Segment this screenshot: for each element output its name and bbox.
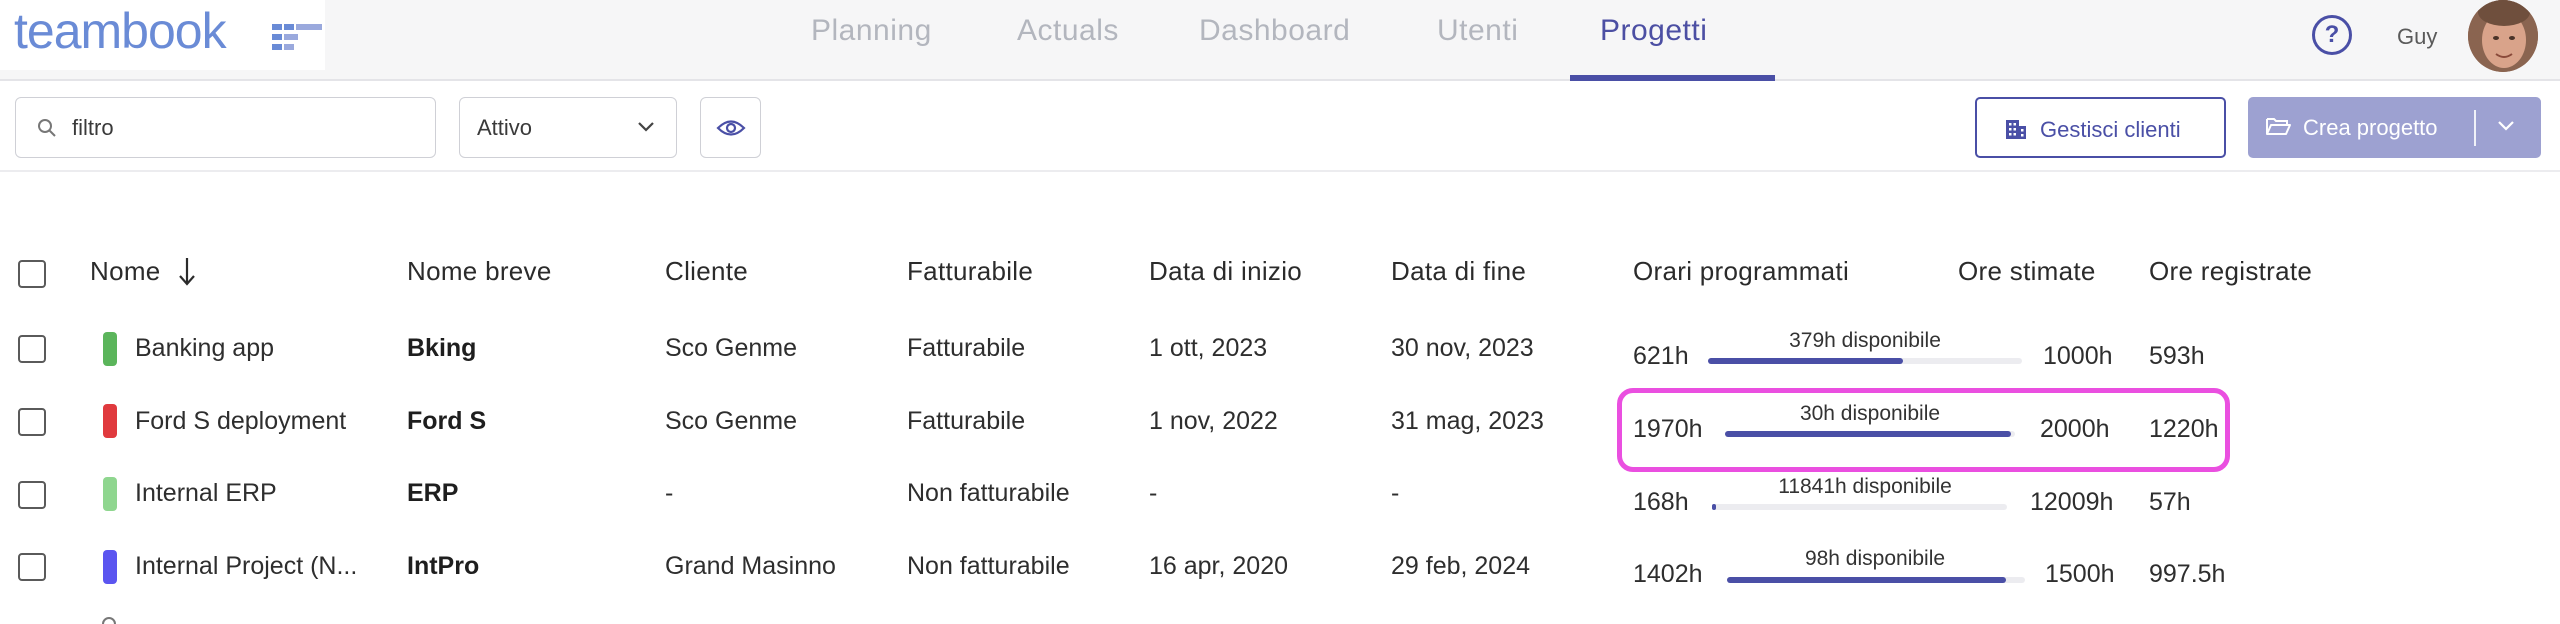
- scheduled-hours: 168h: [1633, 488, 1689, 516]
- create-project-button[interactable]: Crea progetto: [2248, 97, 2541, 158]
- logged-hours: 997.5h: [2149, 560, 2226, 588]
- top-navigation-bar: teambook Planning Actuals Dashboard Uten…: [0, 0, 2560, 81]
- search-box[interactable]: [15, 97, 436, 158]
- column-header-end-date[interactable]: Data di fine: [1391, 256, 1526, 287]
- available-hours-label: 98h disponibile: [1804, 547, 1946, 570]
- active-tab-indicator: [1570, 75, 1775, 81]
- row-checkbox[interactable]: [18, 553, 46, 581]
- logged-hours: 593h: [2149, 342, 2205, 370]
- column-header-scheduled-hours[interactable]: Orari programmati: [1633, 256, 1849, 287]
- project-client: Grand Masinno: [665, 552, 836, 580]
- logged-hours: 57h: [2149, 488, 2191, 516]
- project-name[interactable]: Ford S deployment: [135, 407, 346, 436]
- hours-progress-bar: [1727, 577, 2025, 583]
- project-short-name: IntPro: [407, 552, 480, 580]
- hours-progress-fill: [1708, 358, 1903, 364]
- nav-utenti[interactable]: Utenti: [1437, 14, 1518, 48]
- search-icon: [38, 119, 56, 137]
- project-end-date: 30 nov, 2023: [1391, 334, 1534, 362]
- scheduled-hours: 621h: [1633, 342, 1689, 370]
- project-start-date: 1 ott, 2023: [1149, 334, 1268, 362]
- project-short-name: Ford S: [407, 407, 487, 435]
- toolbar: Attivo Gestisci clienti Crea progetto: [0, 82, 2560, 172]
- logo-text: teambook: [14, 3, 227, 59]
- column-header-short-name[interactable]: Nome breve: [407, 256, 552, 287]
- project-billable: Non fatturabile: [907, 552, 1070, 580]
- nav-progetti[interactable]: Progetti: [1600, 14, 1707, 48]
- project-start-date: -: [1149, 479, 1158, 507]
- status-filter-value: Attivo: [477, 115, 533, 140]
- estimated-hours: 12009h: [2030, 488, 2114, 516]
- project-billable: Non fatturabile: [907, 479, 1070, 507]
- column-header-start-date[interactable]: Data di inizio: [1149, 256, 1302, 287]
- teambook-logo[interactable]: teambook: [0, 0, 325, 70]
- column-header-client[interactable]: Cliente: [665, 256, 748, 287]
- project-short-name: ERP: [407, 479, 459, 507]
- folder-open-icon: [2266, 118, 2291, 135]
- project-short-name: Bking: [407, 334, 477, 362]
- building-icon: [2006, 120, 2026, 139]
- button-divider: [2474, 110, 2476, 146]
- column-header-estimated-hours[interactable]: Ore stimate: [1958, 256, 2096, 287]
- status-filter-select[interactable]: Attivo: [459, 97, 677, 158]
- help-symbol: ?: [2324, 21, 2340, 48]
- column-header-name[interactable]: Nome: [90, 256, 161, 287]
- highlight-annotation: [1617, 388, 2230, 472]
- hours-progress-bar: [1708, 358, 2022, 364]
- eye-icon: [715, 119, 746, 136]
- visibility-toggle-button[interactable]: [700, 97, 761, 158]
- avatar-face-icon: [2468, 0, 2538, 72]
- search-input[interactable]: [72, 110, 412, 146]
- nav-actuals[interactable]: Actuals: [1017, 14, 1119, 48]
- project-start-date: 16 apr, 2020: [1149, 552, 1289, 580]
- help-icon[interactable]: ?: [2312, 15, 2352, 55]
- next-row-partial: [102, 617, 116, 624]
- project-color-marker: [103, 332, 117, 366]
- create-project-label: Crea progetto: [2303, 115, 2438, 140]
- scheduled-hours: 1402h: [1633, 560, 1703, 588]
- project-client: Sco Genme: [665, 334, 798, 362]
- project-color-marker: [103, 550, 117, 584]
- manage-clients-label: Gestisci clienti: [2040, 117, 2181, 142]
- hours-progress-fill: [1727, 577, 2006, 583]
- estimated-hours: 1000h: [2043, 342, 2113, 370]
- chevron-down-icon: [638, 122, 654, 132]
- project-billable: Fatturabile: [907, 334, 1026, 362]
- user-name[interactable]: Guy: [2397, 24, 2437, 50]
- chevron-down-icon[interactable]: [2496, 119, 2516, 133]
- project-name[interactable]: Internal ERP: [135, 479, 277, 508]
- project-name[interactable]: Internal Project (N...: [135, 552, 357, 581]
- project-client: Sco Genme: [665, 407, 798, 435]
- sort-arrow-down-icon[interactable]: [178, 255, 196, 287]
- project-start-date: 1 nov, 2022: [1149, 407, 1278, 435]
- project-end-date: 29 feb, 2024: [1391, 552, 1531, 580]
- avatar[interactable]: [2468, 0, 2538, 72]
- row-checkbox[interactable]: [18, 481, 46, 509]
- row-checkbox[interactable]: [18, 335, 46, 363]
- project-end-date: 31 mag, 2023: [1391, 407, 1544, 435]
- available-hours-label: 379h disponibile: [1789, 329, 1941, 352]
- hours-progress-bar: [1712, 504, 2007, 510]
- project-end-date: -: [1391, 479, 1400, 507]
- manage-clients-button[interactable]: Gestisci clienti: [1975, 97, 2226, 158]
- hours-progress-fill: [1712, 504, 1717, 510]
- row-checkbox[interactable]: [18, 408, 46, 436]
- project-name[interactable]: Banking app: [135, 334, 274, 363]
- nav-dashboard[interactable]: Dashboard: [1199, 14, 1350, 48]
- select-all-checkbox[interactable]: [18, 260, 46, 288]
- nav-planning[interactable]: Planning: [811, 14, 932, 48]
- project-client: -: [665, 479, 674, 507]
- project-billable: Fatturabile: [907, 407, 1026, 435]
- project-color-marker: [103, 477, 117, 511]
- column-header-logged-hours[interactable]: Ore registrate: [2149, 256, 2312, 287]
- available-hours-label: 11841h disponibile: [1778, 475, 1952, 498]
- column-header-billable[interactable]: Fatturabile: [907, 256, 1033, 287]
- project-color-marker: [103, 404, 117, 438]
- logo-mark-icon: [272, 24, 322, 50]
- estimated-hours: 1500h: [2045, 560, 2115, 588]
